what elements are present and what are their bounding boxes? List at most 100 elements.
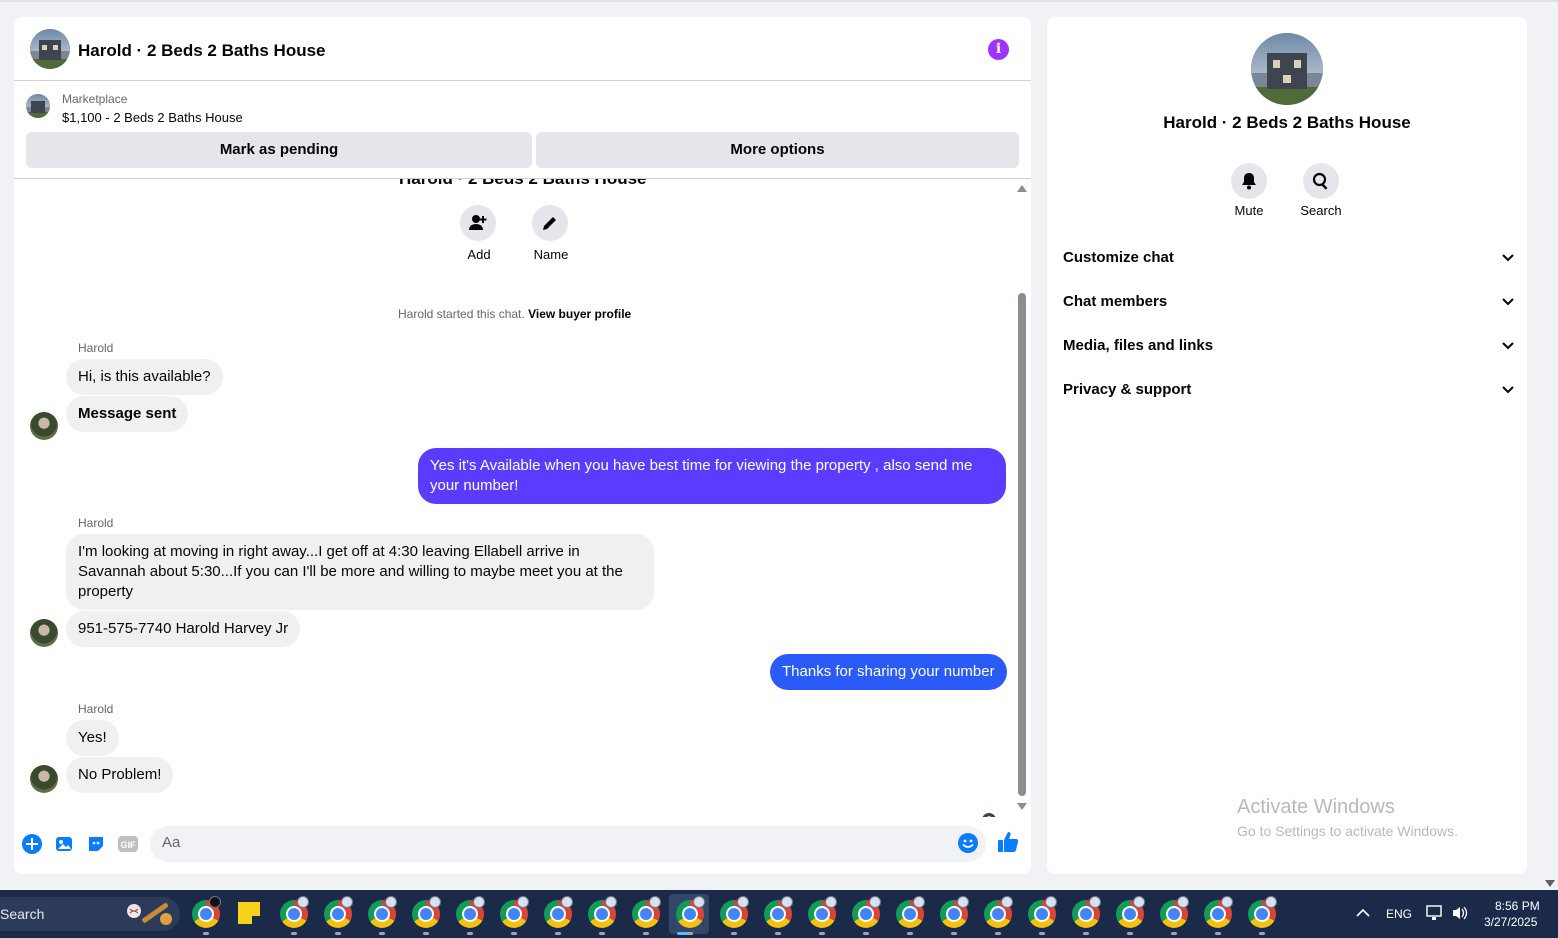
section-chat-members[interactable]: Chat members xyxy=(1063,282,1515,322)
listing-thumbnail[interactable] xyxy=(26,94,50,118)
name-label: Name xyxy=(533,247,569,262)
profile-badge-icon xyxy=(1265,896,1277,908)
outgoing-message[interactable]: Yes it's Available when you have best ti… xyxy=(418,448,1006,504)
incoming-message[interactable]: Message sent xyxy=(66,396,189,432)
running-indicator xyxy=(1171,932,1177,935)
chrome-profile-taskbar-icon[interactable] xyxy=(500,896,529,935)
section-privacy-support[interactable]: Privacy & support xyxy=(1063,370,1515,410)
mark-pending-button[interactable]: Mark as pending xyxy=(26,132,532,168)
running-indicator xyxy=(423,932,429,935)
running-indicator xyxy=(643,932,649,935)
running-indicator xyxy=(687,932,693,935)
add-person-button[interactable] xyxy=(460,205,496,241)
chrome-profile-taskbar-icon[interactable] xyxy=(368,896,397,935)
section-media-files-links[interactable]: Media, files and links xyxy=(1063,326,1515,366)
taskbar-search[interactable]: Search xyxy=(0,897,180,931)
incoming-message[interactable]: Hi, is this available? xyxy=(66,359,223,395)
chrome-profile-taskbar-icon[interactable] xyxy=(1072,896,1101,935)
view-buyer-profile-link[interactable]: View buyer profile xyxy=(528,307,631,321)
section-customize-chat[interactable]: Customize chat xyxy=(1063,238,1515,278)
page-scroll-down-icon[interactable] xyxy=(1545,880,1555,887)
chat-panel: Harold · 2 Beds 2 Baths House i Marketpl… xyxy=(14,17,1031,874)
bell-icon xyxy=(1242,173,1256,190)
scroll-thumb[interactable] xyxy=(1018,293,1026,796)
chrome-profile-taskbar-icon[interactable] xyxy=(412,896,441,935)
sticky-notes-taskbar-icon[interactable] xyxy=(238,902,260,924)
scroll-up-arrow-icon[interactable] xyxy=(1017,185,1027,192)
profile-badge-icon xyxy=(1045,896,1057,908)
chrome-profile-taskbar-icon[interactable] xyxy=(808,896,837,935)
activate-windows-subtitle: Go to Settings to activate Windows. xyxy=(1237,823,1458,839)
incoming-message[interactable]: 951-575-7740 Harold Harvey Jr xyxy=(66,611,301,647)
plus-icon[interactable] xyxy=(21,833,43,855)
profile-badge-icon xyxy=(1089,896,1101,908)
details-avatar[interactable] xyxy=(1251,33,1323,105)
chevron-up-icon[interactable] xyxy=(1356,908,1370,918)
chrome-profile-taskbar-icon[interactable] xyxy=(1204,896,1233,935)
conversation-avatar[interactable] xyxy=(30,29,70,69)
volume-icon[interactable] xyxy=(1451,905,1469,921)
sticker-icon[interactable] xyxy=(85,833,107,855)
listing-title[interactable]: $1,100 - 2 Beds 2 Baths House xyxy=(62,110,243,125)
chrome-profile-taskbar-icon[interactable] xyxy=(1160,896,1189,935)
incoming-message[interactable]: No Problem! xyxy=(66,757,174,793)
clock-time[interactable]: 8:56 PM xyxy=(1495,899,1540,913)
sender-avatar[interactable] xyxy=(30,412,58,440)
running-indicator xyxy=(907,932,913,935)
running-indicator xyxy=(1259,932,1265,935)
incoming-message[interactable]: Yes! xyxy=(66,720,119,756)
conversation-title[interactable]: Harold · 2 Beds 2 Baths House xyxy=(78,41,326,61)
sender-name: Harold xyxy=(78,516,114,530)
chrome-profile-taskbar-icon[interactable] xyxy=(764,896,793,935)
emoji-icon[interactable] xyxy=(958,833,978,858)
chrome-profile-taskbar-icon[interactable] xyxy=(720,896,749,935)
chrome-profile-taskbar-icon[interactable] xyxy=(676,896,705,935)
more-options-button[interactable]: More options xyxy=(536,132,1019,168)
chrome-profile-taskbar-icon[interactable] xyxy=(940,896,969,935)
chrome-profile-taskbar-icon[interactable] xyxy=(1116,896,1145,935)
incoming-message[interactable]: I'm looking at moving in right away...I … xyxy=(66,534,654,610)
thumbs-up-icon[interactable] xyxy=(997,831,1019,853)
chrome-taskbar-icon[interactable] xyxy=(192,896,221,935)
chrome-profile-taskbar-icon[interactable] xyxy=(544,896,573,935)
network-icon[interactable] xyxy=(1426,905,1444,921)
photo-icon[interactable] xyxy=(53,833,75,855)
running-indicator xyxy=(1039,932,1045,935)
profile-badge-icon xyxy=(297,896,309,908)
add-person-icon xyxy=(469,215,487,230)
info-icon[interactable]: i xyxy=(988,39,1009,60)
running-indicator xyxy=(1083,932,1089,935)
chrome-profile-taskbar-icon[interactable] xyxy=(456,896,485,935)
gif-icon[interactable]: GIF xyxy=(117,833,139,855)
outgoing-message[interactable]: Thanks for sharing your number xyxy=(770,654,1007,690)
chrome-profile-taskbar-icon[interactable] xyxy=(984,896,1013,935)
add-label: Add xyxy=(467,247,491,262)
search-button[interactable] xyxy=(1303,163,1339,199)
running-indicator xyxy=(731,932,737,935)
message-input-box[interactable] xyxy=(150,826,986,862)
chrome-profile-taskbar-icon[interactable] xyxy=(324,896,353,935)
chrome-profile-taskbar-icon[interactable] xyxy=(588,896,617,935)
chat-start-text: Harold started this chat. xyxy=(398,307,525,321)
search-icon xyxy=(1312,172,1328,190)
message-list[interactable]: Harold · 2 Beds 2 Baths House Add Name H… xyxy=(14,179,1031,817)
chrome-profile-taskbar-icon[interactable] xyxy=(1248,896,1277,935)
sender-avatar[interactable] xyxy=(30,619,58,647)
running-indicator xyxy=(467,932,473,935)
taskbar-search-label: Search xyxy=(0,906,45,922)
chrome-profile-taskbar-icon[interactable] xyxy=(896,896,925,935)
scroll-down-arrow-icon[interactable] xyxy=(1017,803,1027,810)
profile-badge-icon xyxy=(473,896,485,908)
mute-button[interactable] xyxy=(1231,163,1267,199)
clock-date[interactable]: 3/27/2025 xyxy=(1484,915,1537,929)
chrome-profile-taskbar-icon[interactable] xyxy=(632,896,661,935)
sender-avatar[interactable] xyxy=(30,765,58,793)
language-indicator[interactable]: ENG xyxy=(1386,907,1412,921)
chrome-profile-taskbar-icon[interactable] xyxy=(280,896,309,935)
message-scrollbar[interactable] xyxy=(1016,183,1027,813)
chrome-profile-taskbar-icon[interactable] xyxy=(1028,896,1057,935)
chrome-profile-taskbar-icon[interactable] xyxy=(852,896,881,935)
message-input[interactable] xyxy=(162,834,942,851)
svg-text:GIF: GIF xyxy=(121,840,137,850)
edit-name-button[interactable] xyxy=(532,205,568,241)
